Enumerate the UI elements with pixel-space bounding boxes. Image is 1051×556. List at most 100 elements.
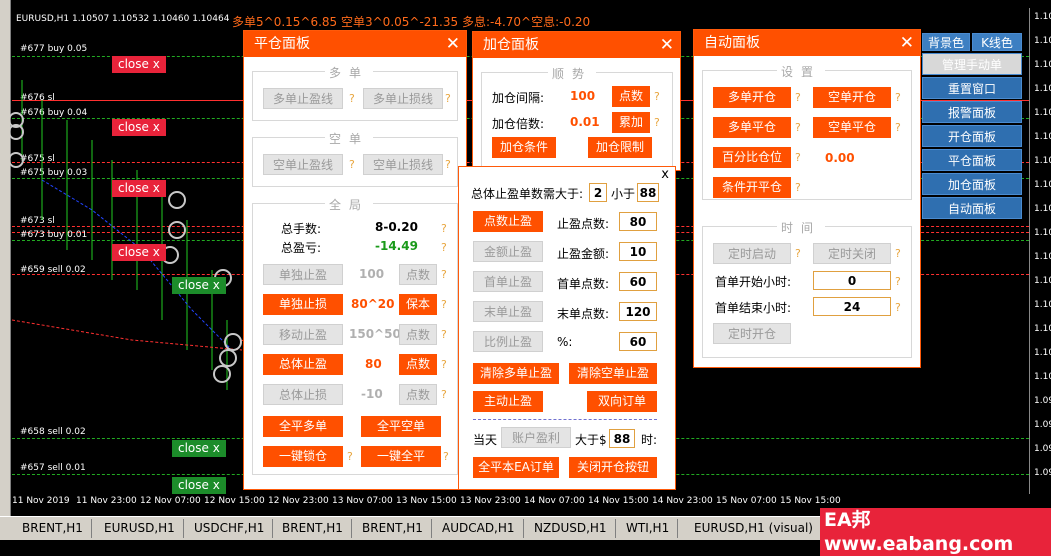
less-input[interactable]: 88 <box>637 183 659 202</box>
help-icon[interactable]: ? <box>441 358 447 371</box>
tp-points-input[interactable]: 80 <box>619 212 657 231</box>
help-icon[interactable]: ? <box>895 91 901 104</box>
two-way-button[interactable]: 双向订单 <box>587 391 657 412</box>
long-sl-line-button[interactable]: 多单止损线 <box>363 88 443 109</box>
add-panel[interactable]: 加仓面板 ✕ 顺势 加仓间隔: 100 点数 ? 加仓倍数: 0.01 累加 ?… <box>472 31 681 171</box>
count-input[interactable]: 2 <box>589 183 607 202</box>
close-all-button[interactable]: 一键全平 <box>361 446 441 467</box>
greater-input[interactable]: 88 <box>609 429 635 448</box>
points-button[interactable]: 点数 <box>399 324 437 345</box>
total-tp-popup[interactable]: x 总体止盈单数需大于: 2 小于 88 点数止盈 止盈点数: 80 金额止盈 … <box>458 166 676 490</box>
help-icon[interactable]: ? <box>347 450 353 463</box>
timer-start-button[interactable]: 定时启动 <box>713 243 791 264</box>
add-condition-button[interactable]: 加仓条件 <box>492 137 556 158</box>
first-points-input[interactable]: 60 <box>619 272 657 291</box>
close-order-tag[interactable]: close x <box>172 477 226 494</box>
add-limit-button[interactable]: 加仓限制 <box>588 137 652 158</box>
close-icon[interactable]: ✕ <box>446 31 460 57</box>
help-icon[interactable]: ? <box>895 275 901 288</box>
help-icon[interactable]: ? <box>795 181 801 194</box>
long-open-button[interactable]: 多单开仓 <box>713 87 791 108</box>
timer-close-button[interactable]: 定时关闭 <box>813 243 891 264</box>
help-icon[interactable]: ? <box>445 158 451 171</box>
points-button[interactable]: 点数 <box>399 384 437 405</box>
help-icon[interactable]: ? <box>795 247 801 260</box>
close-all-long-button[interactable]: 全平多单 <box>263 416 343 437</box>
add-panel-button[interactable]: 加仓面板 <box>922 173 1022 195</box>
points-button[interactable]: 点数 <box>612 86 650 107</box>
active-tp-button[interactable]: 主动止盈 <box>473 391 543 412</box>
lock-button[interactable]: 一键锁仓 <box>263 446 343 467</box>
alert-panel-button[interactable]: 报警面板 <box>922 101 1022 123</box>
close-open-buttons-button[interactable]: 关闭开仓按钮 <box>569 457 657 478</box>
clear-short-tp-button[interactable]: 清除空单止盈 <box>569 363 657 384</box>
chart-tab[interactable]: BRENT,H1 <box>354 519 432 538</box>
help-icon[interactable]: ? <box>795 91 801 104</box>
accumulate-button[interactable]: 累加 <box>612 112 650 133</box>
short-close-button[interactable]: 空单平仓 <box>813 117 891 138</box>
long-tp-line-button[interactable]: 多单止盈线 <box>263 88 343 109</box>
tp-amount-input[interactable]: 10 <box>619 242 657 261</box>
points-tp-button[interactable]: 点数止盈 <box>473 211 543 232</box>
close-icon[interactable]: ✕ <box>660 32 674 58</box>
manage-manual-orders-button[interactable]: 管理手动单 <box>922 53 1022 75</box>
pct-input[interactable]: 60 <box>619 332 657 351</box>
close-all-short-button[interactable]: 全平空单 <box>361 416 441 437</box>
points-button[interactable]: 点数 <box>399 264 437 285</box>
pct-close-button[interactable]: 百分比仓位 <box>713 147 791 168</box>
close-order-tag[interactable]: close x <box>112 119 166 136</box>
amount-tp-button[interactable]: 金额止盈 <box>473 241 543 262</box>
chart-tab[interactable]: EURUSD,H1 <box>96 519 184 538</box>
total-tp-button[interactable]: 总体止盈 <box>263 354 343 375</box>
close-panel-button[interactable]: 平仓面板 <box>922 149 1022 171</box>
close-icon[interactable]: x <box>661 167 669 182</box>
close-order-tag[interactable]: close x <box>112 56 166 73</box>
chart-tab[interactable]: EURUSD,H1 (visual) <box>686 519 822 538</box>
help-icon[interactable]: ? <box>441 222 447 235</box>
first-tp-button[interactable]: 首单止盈 <box>473 271 543 292</box>
first-start-input[interactable]: 0 <box>813 271 891 290</box>
help-icon[interactable]: ? <box>654 116 660 129</box>
chart-tab[interactable]: BRENT,H1 <box>14 519 92 538</box>
short-sl-line-button[interactable]: 空单止损线 <box>363 154 443 175</box>
chart-tab[interactable]: AUDCAD,H1 <box>434 519 524 538</box>
chart-tab[interactable]: WTI,H1 <box>618 519 679 538</box>
short-tp-line-button[interactable]: 空单止盈线 <box>263 154 343 175</box>
condition-open-close-button[interactable]: 条件开平仓 <box>713 177 791 198</box>
bg-color-button[interactable]: 背景色 <box>922 33 970 51</box>
total-sl-button[interactable]: 总体止损 <box>263 384 343 405</box>
help-icon[interactable]: ? <box>795 151 801 164</box>
close-panel[interactable]: 平仓面板 ✕ 多单 多单止盈线 ? 多单止损线 ? 空单 空单止盈线 ? 空单止… <box>243 30 467 490</box>
help-icon[interactable]: ? <box>349 158 355 171</box>
single-sl-button[interactable]: 单独止损 <box>263 294 343 315</box>
move-tp-button[interactable]: 移动止盈 <box>263 324 343 345</box>
timer-open-button[interactable]: 定时开仓 <box>713 323 791 344</box>
close-panel-titlebar[interactable]: 平仓面板 ✕ <box>244 31 466 57</box>
auto-panel-titlebar[interactable]: 自动面板 ✕ <box>694 30 920 56</box>
auto-panel-button[interactable]: 自动面板 <box>922 197 1022 219</box>
last-tp-button[interactable]: 末单止盈 <box>473 301 543 322</box>
single-tp-button[interactable]: 单独止盈 <box>263 264 343 285</box>
help-icon[interactable]: ? <box>441 268 447 281</box>
last-points-input[interactable]: 120 <box>619 302 657 321</box>
points-button[interactable]: 点数 <box>399 354 437 375</box>
auto-panel[interactable]: 自动面板 ✕ 设置 多单开仓 ? 空单开仓 ? 多单平仓 ? 空单平仓 ? 百分… <box>693 29 921 368</box>
open-panel-button[interactable]: 开仓面板 <box>922 125 1022 147</box>
help-icon[interactable]: ? <box>441 298 447 311</box>
help-icon[interactable]: ? <box>895 121 901 134</box>
account-profit-button[interactable]: 账户盈利 <box>501 427 571 448</box>
help-icon[interactable]: ? <box>349 92 355 105</box>
help-icon[interactable]: ? <box>441 388 447 401</box>
add-panel-titlebar[interactable]: 加仓面板 ✕ <box>473 32 680 58</box>
long-close-button[interactable]: 多单平仓 <box>713 117 791 138</box>
close-order-tag[interactable]: close x <box>172 440 226 457</box>
close-order-tag[interactable]: close x <box>112 180 166 197</box>
close-order-tag[interactable]: close x <box>172 277 226 294</box>
kline-color-button[interactable]: K线色 <box>972 33 1022 51</box>
chart-tab[interactable]: NZDUSD,H1 <box>526 519 616 538</box>
close-ea-orders-button[interactable]: 全平本EA订单 <box>473 457 559 478</box>
clear-long-tp-button[interactable]: 清除多单止盈 <box>473 363 559 384</box>
chart-tab[interactable]: BRENT,H1 <box>274 519 352 538</box>
reset-window-button[interactable]: 重置窗口 <box>922 77 1022 99</box>
help-icon[interactable]: ? <box>441 328 447 341</box>
